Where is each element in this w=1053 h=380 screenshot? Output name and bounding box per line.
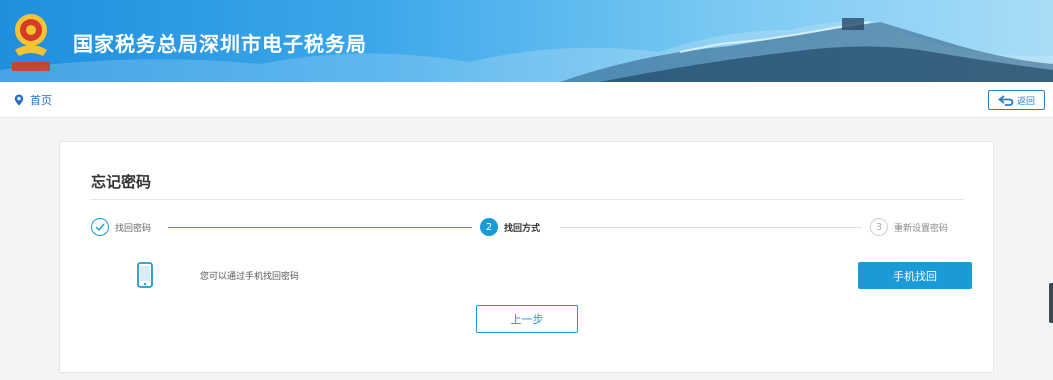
- breadcrumb-home-link[interactable]: 首页: [14, 92, 52, 108]
- check-icon: [91, 218, 109, 236]
- phone-recovery-button[interactable]: 手机找回: [858, 262, 972, 289]
- breadcrumb: 首页 返回: [0, 82, 1053, 118]
- step-1: 找回密码: [91, 218, 151, 236]
- step-2: 2 找回方式: [480, 218, 540, 236]
- step-2-number: 2: [480, 218, 498, 236]
- page-title: 忘记密码: [91, 173, 152, 191]
- back-button[interactable]: 返回: [988, 90, 1045, 110]
- step-3-number: 3: [870, 218, 888, 236]
- phone-recovery-description: 您可以通过手机找回密码: [200, 272, 300, 282]
- side-edge-tab[interactable]: [1049, 283, 1053, 323]
- forgot-password-card: 忘记密码 找回密码 2 找回方式 3 重新设置密码 您可以通过手机找回密码 手机…: [59, 141, 994, 373]
- site-title: 国家税务总局深圳市电子税务局: [73, 32, 367, 56]
- breadcrumb-home-label: 首页: [30, 94, 52, 107]
- step-connector-pending: [560, 227, 862, 228]
- step-1-label: 找回密码: [115, 223, 152, 234]
- back-button-label: 返回: [1016, 96, 1035, 107]
- step-3-label: 重新设置密码: [894, 223, 949, 234]
- title-divider: [91, 199, 964, 200]
- header-banner: 国家税务总局深圳市电子税务局: [0, 0, 1053, 82]
- step-3: 3 重新设置密码: [870, 218, 948, 236]
- tax-emblem-icon: [12, 14, 50, 71]
- step-2-label: 找回方式: [504, 223, 541, 234]
- mobile-phone-icon: [137, 262, 153, 288]
- step-connector-completed: [168, 227, 472, 228]
- previous-step-button[interactable]: 上一步: [476, 305, 578, 333]
- location-pin-icon: [14, 94, 24, 106]
- return-arrow-icon: [998, 94, 1014, 106]
